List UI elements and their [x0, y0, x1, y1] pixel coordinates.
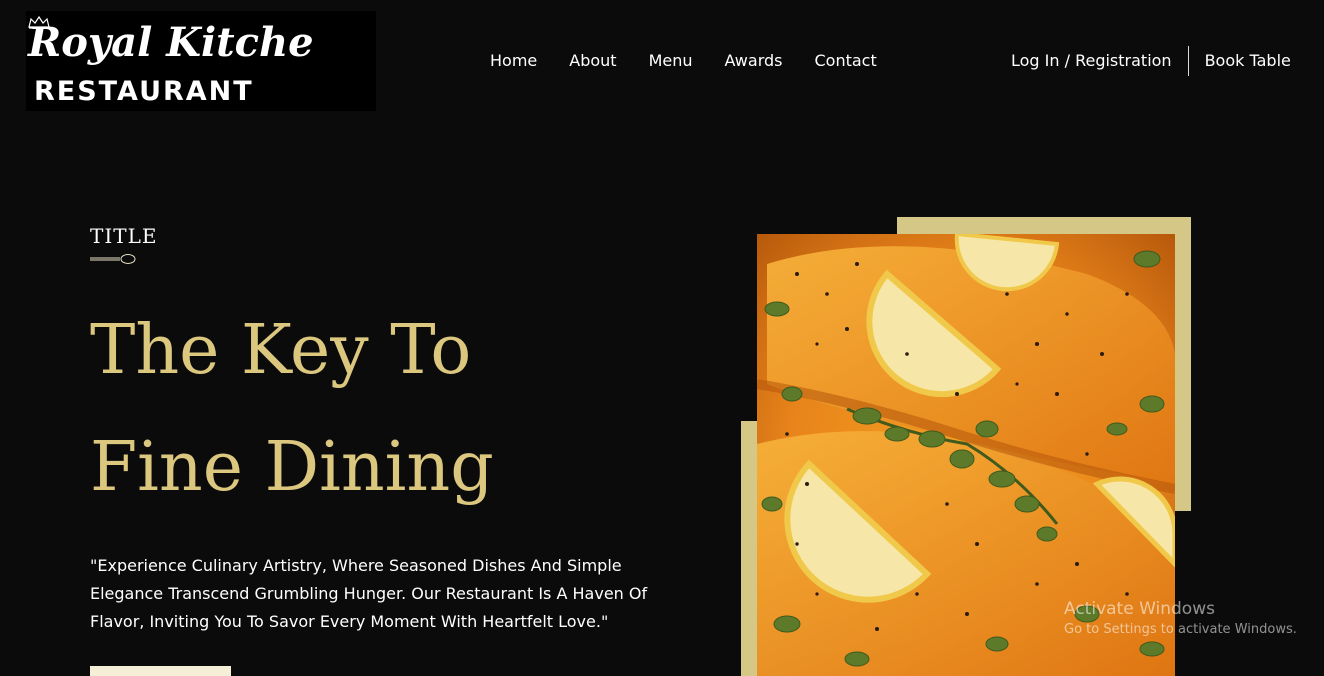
brand-logo[interactable]: Royal Kitche RESTAURANT	[26, 11, 376, 111]
nav-item-menu[interactable]: Menu	[649, 50, 693, 72]
nav-item-about[interactable]: About	[569, 50, 616, 72]
watermark-title: Activate Windows	[1064, 599, 1215, 619]
brand-name: Royal Kitche	[28, 19, 314, 66]
headline-line-1: The Key To	[90, 311, 472, 390]
book-table-link[interactable]: Book Table	[1205, 50, 1291, 72]
login-registration-link[interactable]: Log In / Registration	[1011, 50, 1188, 72]
hero-cta-button[interactable]	[90, 666, 231, 676]
auth-links: Log In / Registration Book Table	[1011, 46, 1291, 76]
nav-item-awards[interactable]: Awards	[725, 50, 783, 72]
nav-item-home[interactable]: Home	[490, 50, 537, 72]
watermark-subtitle: Go to Settings to activate Windows.	[1064, 622, 1297, 637]
spoon-divider-icon	[90, 254, 136, 264]
hero-eyebrow: TITLE	[90, 224, 158, 248]
windows-activation-watermark: Activate Windows Go to Settings to activ…	[1064, 598, 1297, 640]
headline-line-2: Fine Dining	[90, 428, 494, 507]
hero-headline: The Key To Fine Dining	[90, 292, 650, 526]
hero-description: "Experience Culinary Artistry, Where Sea…	[90, 556, 648, 631]
brand-subtitle: RESTAURANT	[34, 76, 254, 107]
nav-item-contact[interactable]: Contact	[814, 50, 876, 72]
main-nav: Home About Menu Awards Contact	[490, 50, 877, 72]
header-divider	[1187, 46, 1189, 76]
page: Royal Kitche RESTAURANT Home About Menu …	[0, 0, 1324, 676]
